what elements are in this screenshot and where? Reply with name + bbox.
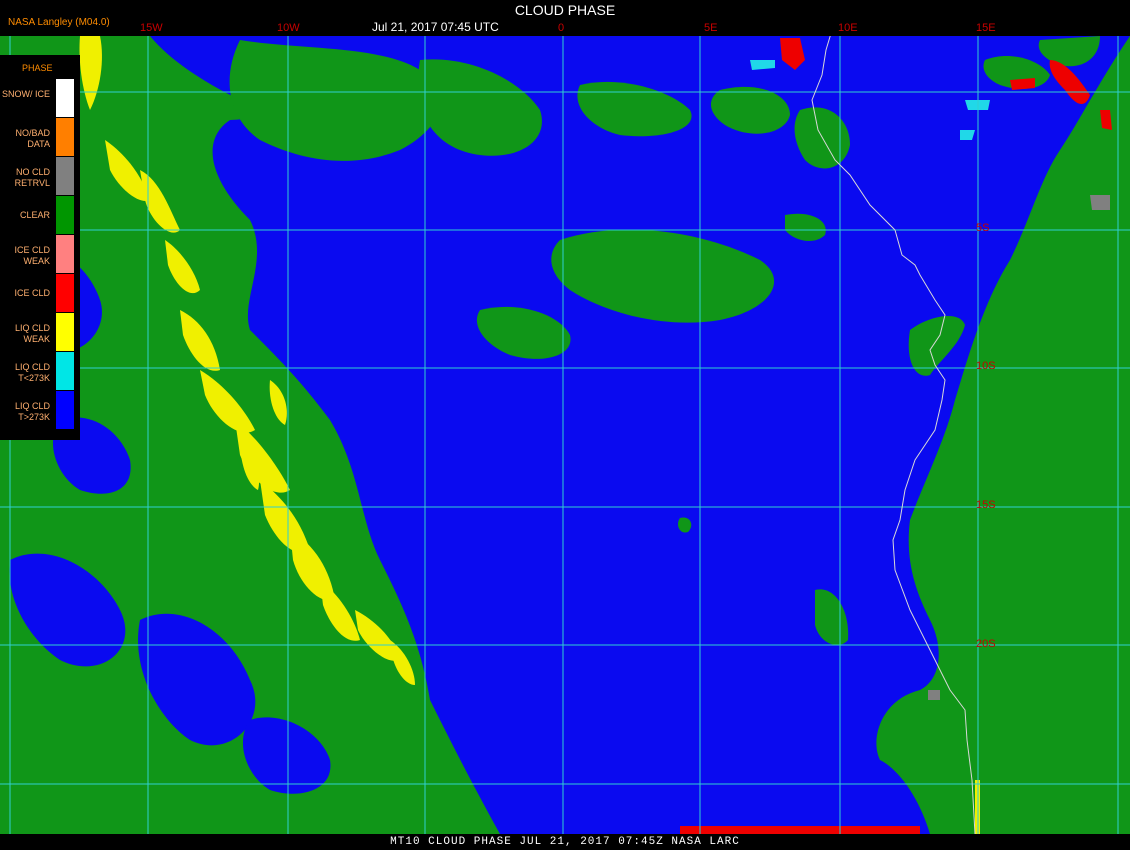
header-bar: NASA Langley (M04.0) CLOUD PHASE Jul 21,… (0, 0, 1130, 36)
legend-swatch (56, 235, 74, 273)
product-title: CLOUD PHASE (514, 2, 616, 18)
lon-label-15w: 15W (140, 22, 163, 34)
legend-item-liq-cld-warm: LIQ CLD T>273K (0, 391, 80, 429)
lon-label-15e: 15E (976, 22, 996, 34)
legend-item-snow-ice: SNOW/ ICE (0, 79, 80, 117)
legend-item-liq-cld-weak: LIQ CLD WEAK (0, 313, 80, 351)
datetime-label: Jul 21, 2017 07:45 UTC (372, 20, 499, 34)
lat-label-10s: 10S (976, 360, 996, 372)
phase-legend: PHASE SNOW/ ICE NO/BAD DATA NO CLD RETRV… (0, 55, 80, 440)
lat-label-20s: 20S (976, 638, 996, 650)
legend-swatch (56, 313, 74, 351)
legend-item-no-cld-retrvl: NO CLD RETRVL (0, 157, 80, 195)
lon-label-10e: 10E (838, 22, 858, 34)
legend-swatch (56, 196, 74, 234)
legend-swatch (56, 274, 74, 312)
legend-item-ice-cld-weak: ICE CLD WEAK (0, 235, 80, 273)
lon-label-10w: 10W (277, 22, 300, 34)
legend-swatch (56, 391, 74, 429)
legend-swatch (56, 157, 74, 195)
lat-label-5s: 5S (976, 222, 990, 234)
legend-item-clear: CLEAR (0, 196, 80, 234)
legend-title: PHASE (22, 63, 53, 73)
producer-label: NASA Langley (M04.0) (8, 17, 110, 28)
footer-bar: MT10 CLOUD PHASE JUL 21, 2017 07:45Z NAS… (0, 834, 1130, 850)
legend-swatch (56, 79, 74, 117)
legend-item-ice-cld: ICE CLD (0, 274, 80, 312)
cloud-phase-map (0, 4, 1130, 835)
lon-label-5e: 5E (704, 22, 718, 34)
legend-swatch (56, 118, 74, 156)
lon-label-0: 0 (558, 22, 565, 34)
lat-label-15s: 15S (976, 499, 996, 511)
legend-item-liq-cld-cold: LIQ CLD T<273K (0, 352, 80, 390)
footer-caption: MT10 CLOUD PHASE JUL 21, 2017 07:45Z NAS… (390, 836, 740, 848)
legend-item-no-bad-data: NO/BAD DATA (0, 118, 80, 156)
legend-swatch (56, 352, 74, 390)
